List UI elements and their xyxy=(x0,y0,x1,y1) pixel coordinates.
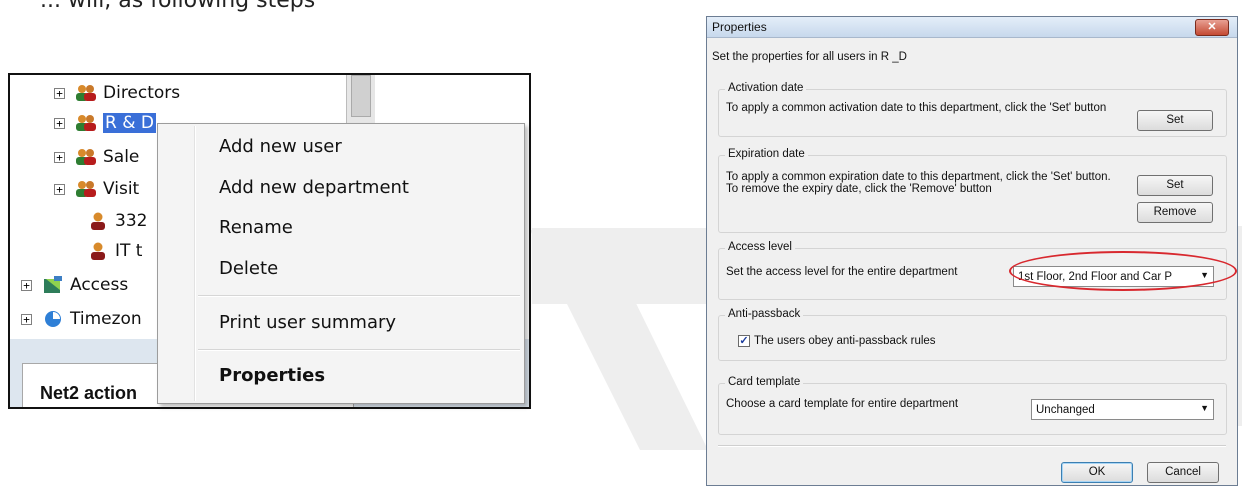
user-group-icon xyxy=(76,85,96,101)
menu-item-print-user-summary[interactable]: Print user summary xyxy=(219,312,396,333)
actions-tab-label: Net2 action xyxy=(40,383,138,403)
expand-icon[interactable]: + xyxy=(54,151,65,163)
menu-item-delete[interactable]: Delete xyxy=(219,258,278,279)
activation-text: To apply a common activation date to thi… xyxy=(726,102,1107,114)
tree-item-label: Access xyxy=(70,275,129,295)
anti-passback-group: Anti-passback ✓ The users obey anti-pass… xyxy=(718,308,1227,361)
context-menu: Add new user Add new department Rename D… xyxy=(157,123,525,404)
group-title: Expiration date xyxy=(725,148,808,160)
tree-item-directors[interactable]: + Directors xyxy=(54,81,180,105)
cancel-button[interactable]: Cancel xyxy=(1147,462,1219,483)
tree-item-label: IT t xyxy=(115,241,143,261)
expand-icon[interactable]: + xyxy=(21,313,32,325)
tree-item-label: Visit xyxy=(103,179,140,199)
card-template-group: Card template Choose a card template for… xyxy=(718,376,1227,435)
expiration-text-2: To remove the expiry date, click the 'Re… xyxy=(726,183,992,195)
menu-gutter xyxy=(194,126,196,401)
user-group-icon xyxy=(76,149,96,165)
clock-icon xyxy=(45,311,61,327)
tree-item-user-332[interactable]: 332 xyxy=(87,209,147,233)
expiration-date-group: Expiration date To apply a common expira… xyxy=(718,148,1227,233)
dialog-title: Properties xyxy=(712,20,767,34)
tree-item-sales[interactable]: + Sale xyxy=(54,145,139,169)
expand-icon[interactable]: + xyxy=(54,87,65,99)
expiration-text-1: To apply a common expiration date to thi… xyxy=(726,171,1111,183)
instruction-text: ... will, as following steps xyxy=(40,0,316,13)
watermark-shape xyxy=(1238,226,1242,426)
anti-passback-label: The users obey anti-passback rules xyxy=(754,335,936,347)
chevron-down-icon: ▼ xyxy=(1200,403,1209,413)
dialog-titlebar[interactable]: Properties ✕ xyxy=(707,17,1237,38)
scrollbar-thumb[interactable] xyxy=(351,75,371,117)
group-title: Anti-passback xyxy=(725,308,804,320)
watermark-diagonal xyxy=(530,230,708,450)
expiration-remove-button[interactable]: Remove xyxy=(1137,202,1213,223)
menu-item-properties[interactable]: Properties xyxy=(219,365,325,386)
tree-item-access-levels[interactable]: + Access xyxy=(21,273,128,297)
tree-item-user-it[interactable]: IT t xyxy=(87,239,142,263)
menu-separator xyxy=(198,349,520,351)
menu-item-add-new-department[interactable]: Add new department xyxy=(219,177,409,198)
group-title: Card template xyxy=(725,376,804,388)
activation-set-button[interactable]: Set xyxy=(1137,110,1213,131)
card-template-select[interactable]: Unchanged ▼ xyxy=(1031,399,1214,420)
access-level-icon xyxy=(44,276,62,293)
card-template-value: Unchanged xyxy=(1036,404,1095,416)
card-template-text: Choose a card template for entire depart… xyxy=(726,398,959,410)
tree-item-label: Directors xyxy=(103,83,181,103)
user-group-icon xyxy=(76,115,96,131)
expand-icon[interactable]: + xyxy=(54,117,65,129)
tree-item-label: Sale xyxy=(103,147,140,167)
group-title: Access level xyxy=(725,241,795,253)
tree-item-visitors[interactable]: + Visit xyxy=(54,177,139,201)
anti-passback-checkbox[interactable]: ✓ xyxy=(738,335,750,347)
user-icon xyxy=(91,242,105,260)
close-button[interactable]: ✕ xyxy=(1195,19,1229,36)
ok-button[interactable]: OK xyxy=(1061,462,1133,483)
expand-icon[interactable]: + xyxy=(54,183,65,195)
dialog-intro: Set the properties for all users in R _D xyxy=(712,51,907,63)
access-level-text: Set the access level for the entire depa… xyxy=(726,266,958,278)
user-group-icon xyxy=(76,181,96,197)
expand-icon[interactable]: + xyxy=(21,279,32,291)
tree-item-label: 332 xyxy=(115,211,148,231)
menu-item-add-new-user[interactable]: Add new user xyxy=(219,136,342,157)
tree-item-label: R & D xyxy=(103,113,156,133)
user-icon xyxy=(91,212,105,230)
tree-item-timezones[interactable]: + Timezon xyxy=(21,307,142,331)
tree-item-label: Timezon xyxy=(70,309,142,329)
activation-date-group: Activation date To apply a common activa… xyxy=(718,82,1227,137)
group-title: Activation date xyxy=(725,82,807,94)
menu-separator xyxy=(198,295,520,297)
menu-item-rename[interactable]: Rename xyxy=(219,217,293,238)
dialog-separator xyxy=(718,445,1226,447)
tree-item-r-and-d[interactable]: + R & D xyxy=(54,111,156,135)
highlight-ellipse xyxy=(1009,251,1237,291)
expiration-set-button[interactable]: Set xyxy=(1137,175,1213,196)
